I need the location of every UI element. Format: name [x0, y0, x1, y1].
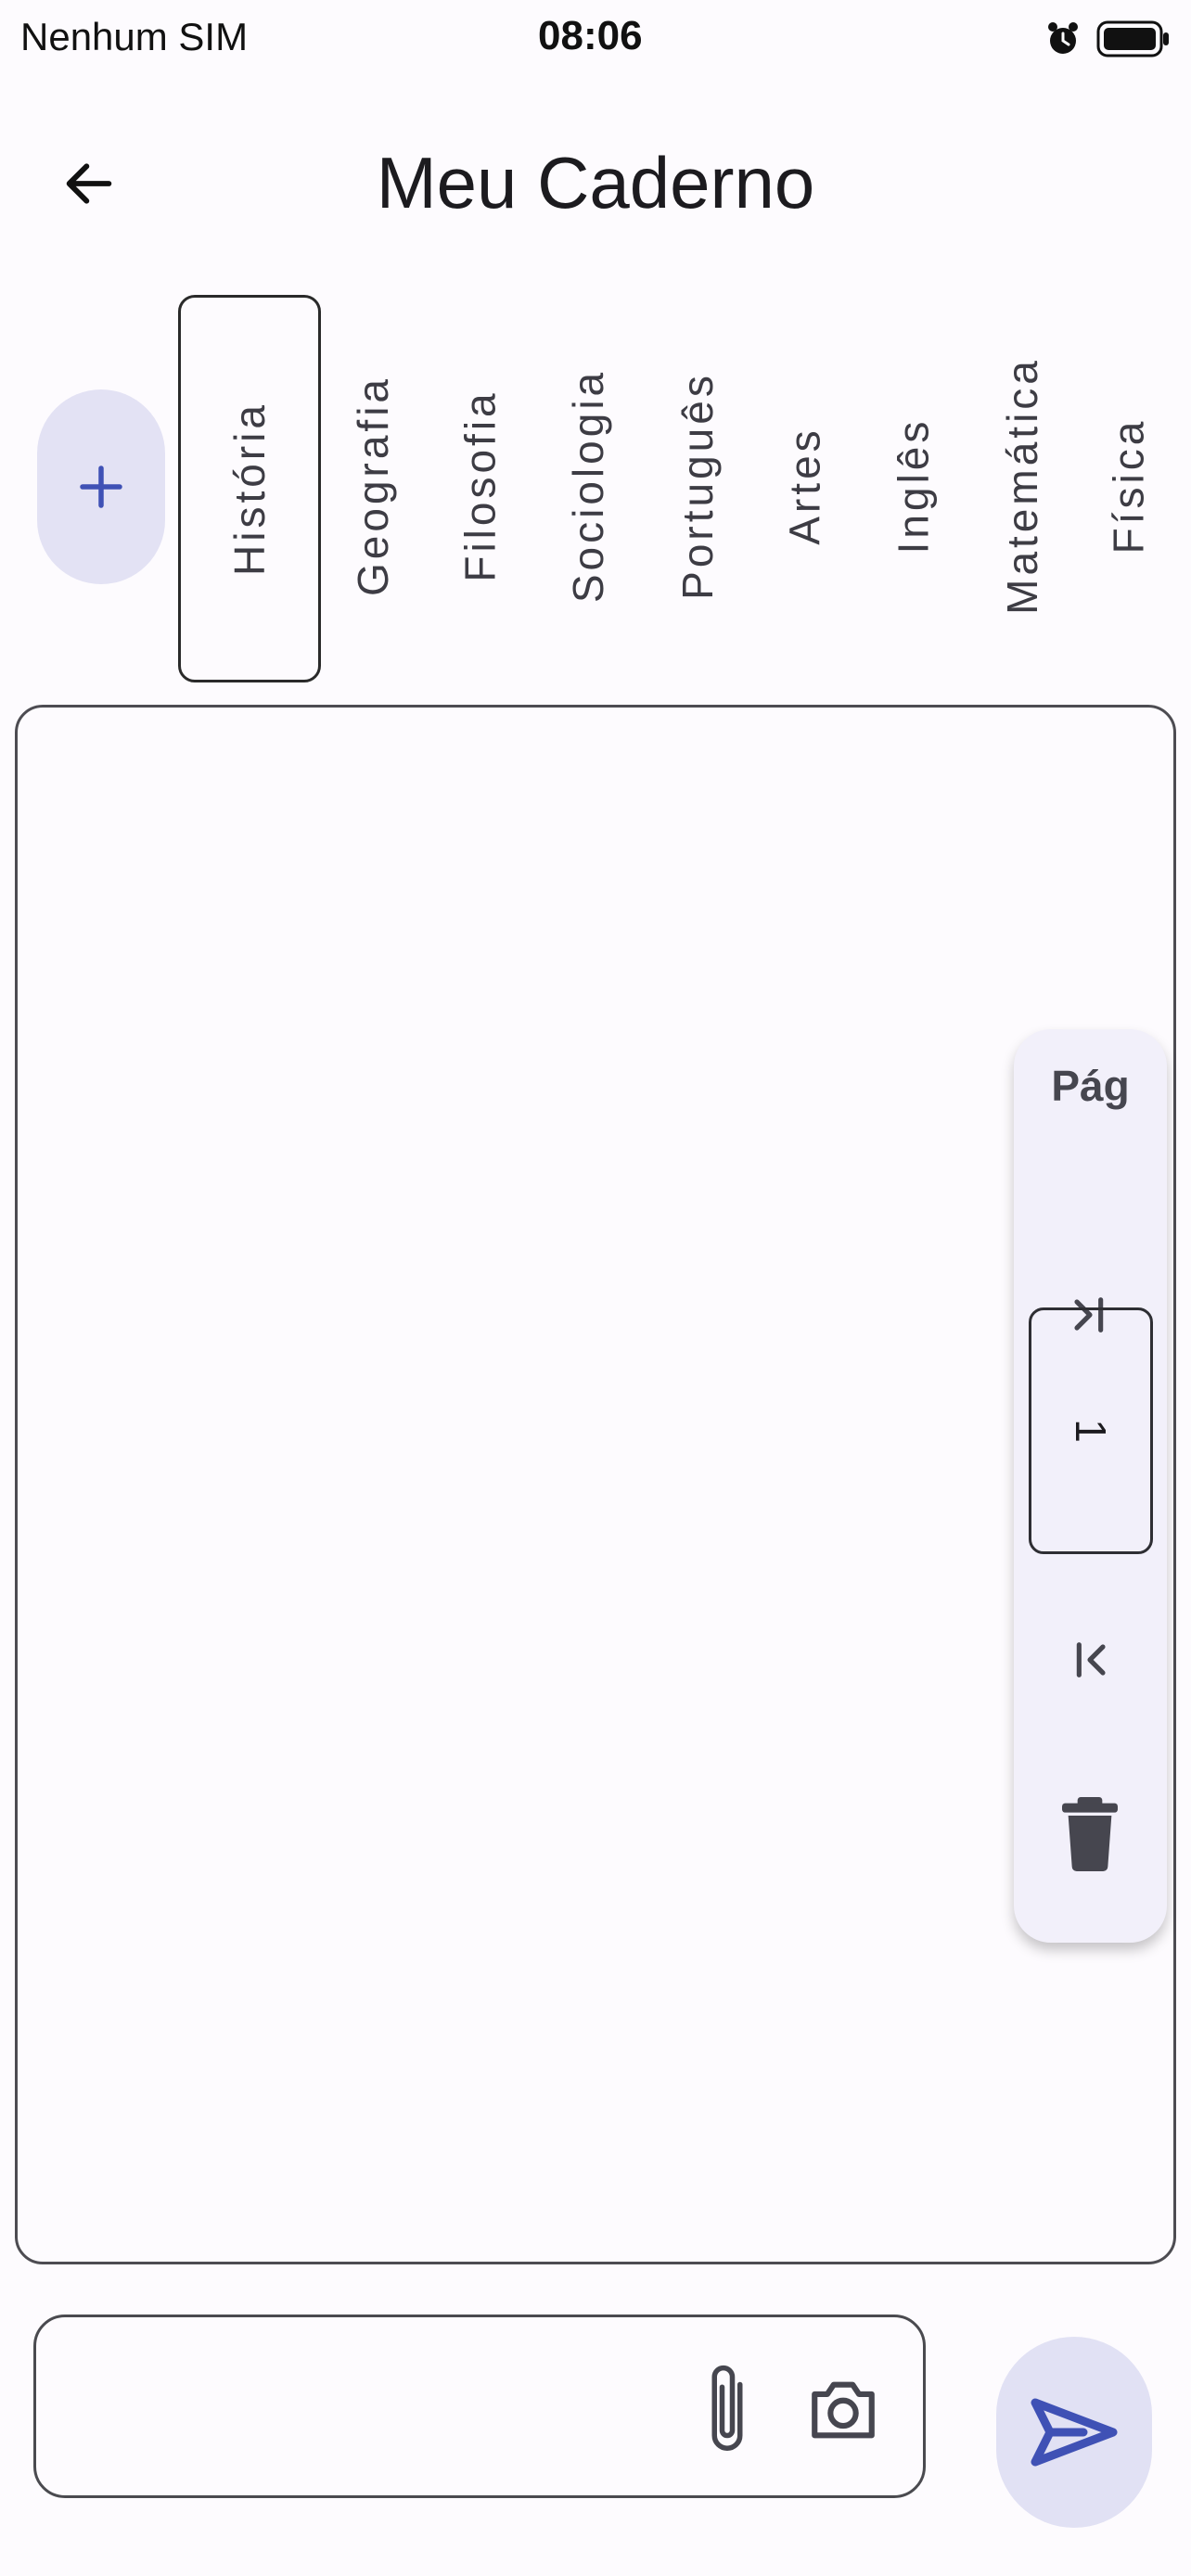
note-input[interactable]: [33, 2315, 926, 2498]
notebook-canvas[interactable]: [15, 705, 1176, 2264]
tab-label: Sociologia: [564, 368, 613, 604]
tab-label: História: [225, 402, 274, 576]
tab-ingles[interactable]: Inglês: [866, 295, 959, 677]
first-page-icon: [1076, 1642, 1106, 1677]
send-button[interactable]: [996, 2337, 1152, 2528]
camera-icon: [812, 2381, 875, 2439]
camera-button[interactable]: [788, 2354, 899, 2466]
attach-button[interactable]: [676, 2354, 778, 2466]
back-button[interactable]: [45, 139, 134, 228]
page-number: 1: [1067, 1419, 1115, 1443]
tab-geografia[interactable]: Geografia: [327, 295, 419, 677]
page-title: Meu Caderno: [376, 142, 815, 223]
page-number-box[interactable]: 1: [1029, 1307, 1153, 1554]
tab-portugues[interactable]: Português: [651, 295, 744, 677]
page-panel: Pág 1: [1014, 1029, 1167, 1943]
trash-icon: [1062, 1797, 1118, 1871]
tab-artes[interactable]: Artes: [759, 295, 852, 677]
tab-label: Física: [1104, 417, 1152, 555]
tab-label: Artes: [781, 427, 829, 545]
arrow-left-icon: [66, 163, 112, 204]
tab-label: Geografia: [349, 375, 398, 597]
tab-label: Filosofia: [456, 389, 506, 582]
first-page-button[interactable]: [1034, 1604, 1146, 1715]
tab-sociologia[interactable]: Sociologia: [542, 295, 634, 677]
status-icons: [1046, 11, 1171, 67]
plus-icon: [80, 465, 122, 508]
delete-page-button[interactable]: [1034, 1779, 1146, 1890]
tab-fisica[interactable]: Física: [1082, 295, 1174, 677]
tab-matematica[interactable]: Matemática: [976, 295, 1069, 677]
send-icon: [1031, 2398, 1118, 2467]
tab-label: Inglês: [889, 417, 937, 555]
status-carrier: Nenhum SIM: [20, 15, 249, 58]
page-label: Pág: [1051, 1062, 1130, 1110]
tab-historia[interactable]: História: [178, 295, 321, 682]
tab-label: Matemática: [998, 357, 1046, 615]
tab-filosofia[interactable]: Filosofia: [434, 295, 527, 677]
alarm-icon: [1048, 22, 1078, 54]
paperclip-icon: [711, 2365, 743, 2451]
battery-icon: [1096, 20, 1169, 57]
tab-label: Português: [673, 372, 723, 600]
add-subject-button[interactable]: [37, 389, 165, 584]
status-time: 08:06: [538, 13, 643, 58]
